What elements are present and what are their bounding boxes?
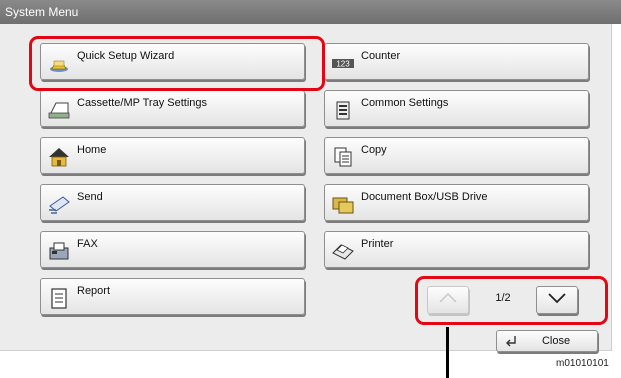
counter-label: Counter bbox=[361, 50, 401, 62]
send-button[interactable]: Send bbox=[40, 184, 305, 221]
send-label: Send bbox=[77, 191, 103, 203]
callout-line bbox=[446, 327, 449, 378]
cassette-mp-tray-settings-label: Cassette/MP Tray Settings bbox=[77, 97, 208, 109]
home-label: Home bbox=[77, 144, 107, 156]
document-box-icon bbox=[331, 193, 355, 215]
window-title: System Menu bbox=[0, 0, 621, 24]
counter-123-icon: 123 bbox=[331, 52, 355, 74]
report-icon bbox=[47, 287, 71, 309]
printer-label: Printer bbox=[361, 238, 394, 250]
counter-button[interactable]: 123 Counter bbox=[324, 43, 589, 80]
printer-icon bbox=[331, 240, 355, 262]
fax-button[interactable]: FAX bbox=[40, 231, 305, 268]
fax-icon bbox=[47, 240, 71, 262]
quick-setup-highlight bbox=[29, 36, 325, 91]
printer-button[interactable]: Printer bbox=[324, 231, 589, 268]
figure-code: m01010101 bbox=[556, 358, 609, 369]
pagination-highlight bbox=[415, 276, 608, 325]
common-settings-label: Common Settings bbox=[361, 97, 449, 109]
fax-label: FAX bbox=[77, 238, 98, 250]
svg-text:123: 123 bbox=[336, 60, 350, 69]
close-button[interactable]: Close bbox=[496, 330, 598, 352]
common-settings-button[interactable]: Common Settings bbox=[324, 90, 589, 127]
copy-icon bbox=[331, 146, 355, 168]
document-box-usb-drive-button[interactable]: Document Box/USB Drive bbox=[324, 184, 589, 221]
close-label: Close bbox=[541, 335, 571, 347]
report-button[interactable]: Report bbox=[40, 278, 305, 315]
common-settings-icon bbox=[331, 99, 355, 121]
send-icon bbox=[47, 193, 71, 215]
copy-button[interactable]: Copy bbox=[324, 137, 589, 174]
home-icon bbox=[47, 146, 71, 168]
home-button[interactable]: Home bbox=[40, 137, 305, 174]
report-label: Report bbox=[77, 285, 111, 297]
paper-tray-icon bbox=[47, 99, 71, 121]
document-box-usb-drive-label: Document Box/USB Drive bbox=[361, 191, 488, 203]
cassette-mp-tray-settings-button[interactable]: Cassette/MP Tray Settings bbox=[40, 90, 305, 127]
copy-label: Copy bbox=[361, 144, 387, 156]
